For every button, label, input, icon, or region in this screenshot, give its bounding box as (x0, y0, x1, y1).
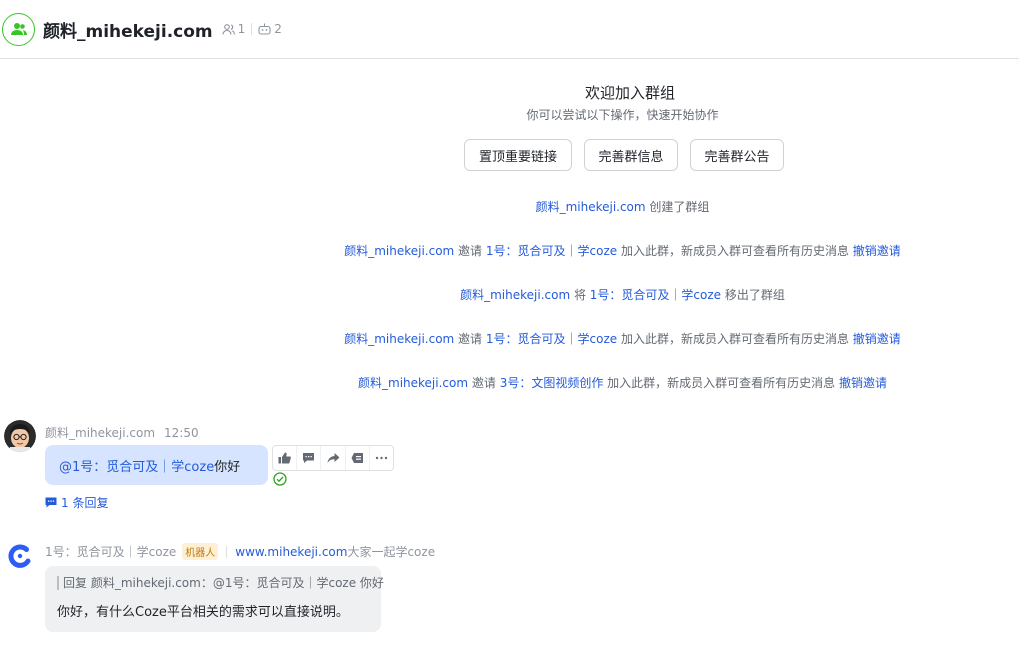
mention-link[interactable]: @1号：觅合可及｜学coze (59, 456, 214, 475)
system-verb: 邀请 (468, 376, 500, 390)
revoke-invite-link[interactable]: 撤销邀请 (853, 244, 901, 258)
group-notice-button[interactable]: 完善群公告 (690, 139, 784, 171)
system-message: 颜料_mihekeji.com 将 1号：觅合可及｜学coze 移出了群组 (0, 286, 1019, 303)
revoke-invite-link[interactable]: 撤销邀请 (853, 332, 901, 346)
system-message: 颜料_mihekeji.com 邀请 1号：觅合可及｜学coze 加入此群，新成… (0, 330, 1019, 347)
message-text: 你好 (214, 459, 241, 475)
system-target-link[interactable]: 3号：文图视频创作 (500, 376, 604, 390)
system-text: 移出了群组 (721, 288, 785, 302)
system-message: 颜料_mihekeji.com 邀请 1号：觅合可及｜学coze 加入此群，新成… (0, 242, 1019, 259)
system-target-link[interactable]: 1号：觅合可及｜学coze (590, 288, 721, 302)
system-verb: 邀请 (454, 244, 486, 258)
message-bubble[interactable]: 回复 颜料_mihekeji.com：@1号：觅合可及｜学coze 你好 你好，… (45, 566, 384, 632)
message-toolbar (272, 445, 394, 471)
system-actor-link[interactable]: 颜料_mihekeji.com (358, 376, 468, 390)
group-meta: 1 2 (222, 22, 282, 36)
message-time: 12:50 (164, 425, 199, 440)
revoke-invite-link[interactable]: 撤销邀请 (839, 376, 887, 390)
website-link[interactable]: www.mihekeji.com (235, 545, 347, 559)
sender-name[interactable]: 颜料_mihekeji.com (45, 424, 155, 441)
comment-icon (45, 497, 57, 508)
system-target-link[interactable]: 1号：觅合可及｜学coze (486, 244, 617, 258)
reply-quote[interactable]: 回复 颜料_mihekeji.com：@1号：觅合可及｜学coze 你好 (57, 576, 384, 590)
reply-count[interactable]: 1 条回复 (61, 494, 108, 511)
member-count[interactable]: 1 (238, 22, 246, 36)
reply-icon[interactable] (297, 446, 322, 470)
welcome-subtitle: 你可以尝试以下操作，快速开始协作 (526, 108, 719, 122)
group-info-button[interactable]: 完善群信息 (584, 139, 678, 171)
system-target-link[interactable]: 1号：觅合可及｜学coze (486, 332, 617, 346)
user-avatar[interactable] (4, 420, 36, 452)
welcome-title: 欢迎加入群组 (584, 84, 675, 102)
bot-avatar[interactable] (4, 540, 36, 572)
system-actor-link[interactable]: 颜料_mihekeji.com (460, 288, 570, 302)
chat-header: 颜料_mihekeji.com 1 2 (0, 0, 1019, 59)
message-bubble[interactable]: @1号：觅合可及｜学coze 你好 (45, 445, 268, 485)
sender-name[interactable]: 1号：觅合可及｜学coze (45, 543, 176, 560)
pin-icon[interactable] (346, 446, 370, 470)
system-text: 加入此群，新成员入群可查看所有历史消息 (603, 376, 839, 390)
bot-count[interactable]: 2 (274, 22, 282, 36)
coze-logo-icon (4, 540, 36, 572)
member-icon[interactable] (222, 23, 235, 35)
forward-icon[interactable] (321, 446, 346, 470)
read-check-icon (273, 471, 287, 490)
system-actor-link[interactable]: 颜料_mihekeji.com (344, 332, 454, 346)
sender-signature: 大家一起学coze (347, 545, 436, 559)
message-header: 1号：觅合可及｜学coze 机器人 www.mihekeji.com 大家一起学… (45, 543, 435, 560)
system-text: 加入此群，新成员入群可查看所有历史消息 (617, 244, 853, 258)
system-message: 颜料_mihekeji.com 创建了群组 (0, 198, 1019, 215)
meta-divider (251, 23, 253, 35)
more-icon[interactable] (370, 446, 393, 470)
system-text: 创建了群组 (645, 200, 710, 214)
chat-window: 颜料_mihekeji.com 1 2 欢迎加入群组 你可以尝试以下操作，快速开… (0, 0, 1019, 661)
system-actor-link[interactable]: 颜料_mihekeji.com (344, 244, 454, 258)
group-avatar[interactable] (2, 12, 35, 46)
group-icon (10, 23, 27, 35)
system-verb: 邀请 (454, 332, 486, 346)
system-verb: 将 (570, 288, 590, 302)
group-title: 颜料_mihekeji.com (43, 21, 213, 42)
message-header: 颜料_mihekeji.com 12:50 (45, 424, 199, 441)
bot-tag: 机器人 (182, 543, 219, 560)
pin-link-button[interactable]: 置顶重要链接 (464, 139, 572, 171)
bot-icon[interactable] (258, 23, 271, 35)
reply-count-link[interactable]: 1 条回复 (45, 494, 108, 511)
message-text: 你好，有什么Coze平台相关的需求可以直接说明。 (57, 605, 349, 620)
system-text: 加入此群，新成员入群可查看所有历史消息 (617, 332, 853, 346)
header-divider (226, 545, 228, 558)
thumbs-up-icon[interactable] (273, 446, 298, 470)
system-actor-link[interactable]: 颜料_mihekeji.com (536, 200, 646, 214)
system-message: 颜料_mihekeji.com 邀请 3号：文图视频创作 加入此群，新成员入群可… (0, 374, 1019, 391)
